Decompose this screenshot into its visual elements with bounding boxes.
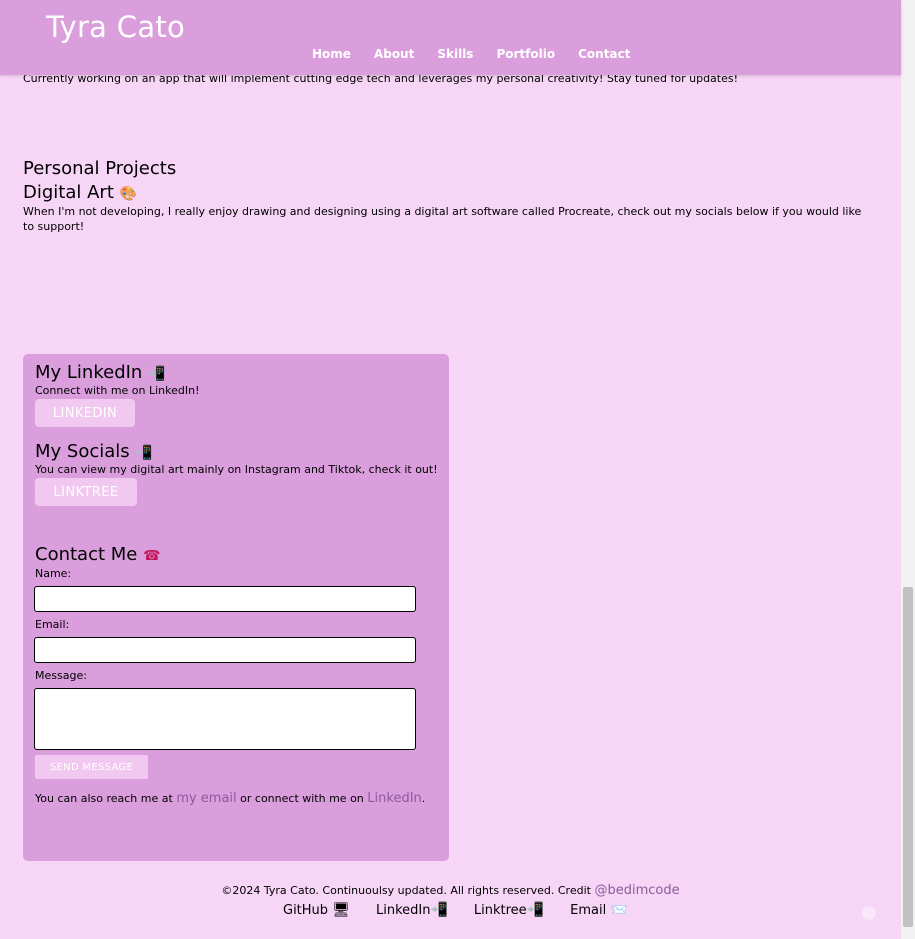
envelope-icon: 📨 <box>610 902 628 918</box>
digital-art-title: Digital Art <box>23 182 114 203</box>
scroll-top-indicator[interactable] <box>862 906 876 920</box>
main-nav: Home About Skills Portfolio Contact <box>312 47 653 61</box>
socials-card-text: You can view my digital art mainly on In… <box>35 463 438 476</box>
nav-about[interactable]: About <box>374 47 414 61</box>
phone-arrow-icon: 📲 <box>135 445 153 461</box>
linkedin-card-title: My LinkedIn 📲 <box>35 362 166 383</box>
nav-portfolio[interactable]: Portfolio <box>496 47 555 61</box>
footer-linkedin-link[interactable]: LinkedIn📲 <box>376 902 448 918</box>
email-label: Email: <box>35 618 70 631</box>
contact-title-text: Contact Me <box>35 544 138 565</box>
palette-icon: 🎨 <box>119 186 138 202</box>
footer-email-label: Email <box>570 903 607 918</box>
personal-projects-heading: Personal Projects <box>23 158 177 179</box>
footer-linktree-link[interactable]: Linktree📲 <box>474 902 544 918</box>
reach-suffix: . <box>421 792 426 805</box>
nav-home[interactable]: Home <box>312 47 351 61</box>
page-scrollbar[interactable] <box>901 0 915 939</box>
footer-github-link[interactable]: GitHub 🖥 <box>283 902 350 918</box>
credit-link[interactable]: @bedimcode <box>594 883 679 898</box>
digital-art-heading: Digital Art 🎨 <box>23 182 137 203</box>
site-header: Tyra Cato Home About Skills Portfolio Co… <box>0 0 901 75</box>
reach-middle: or connect with me on <box>240 792 364 805</box>
phone-arrow-icon: 📲 <box>430 902 448 918</box>
footer-copyright: ©2024 Tyra Cato. Continuoulsy updated. A… <box>0 883 901 898</box>
reach-me-text: You can also reach me at my email or con… <box>35 791 425 806</box>
send-message-button[interactable]: SEND MESSAGE <box>35 755 148 779</box>
footer-github-label: GitHub <box>283 903 329 918</box>
copyright-text: ©2024 Tyra Cato. Continuoulsy updated. A… <box>221 884 591 897</box>
socials-card-title-text: My Socials <box>35 441 130 462</box>
socials-card-title: My Socials 📲 <box>35 441 153 462</box>
computer-icon: 🖥 <box>332 902 350 918</box>
nav-skills[interactable]: Skills <box>437 47 473 61</box>
linkedin-card-title-text: My LinkedIn <box>35 362 143 383</box>
reach-prefix: You can also reach me at <box>35 792 173 805</box>
telephone-icon: ☎ <box>143 548 161 564</box>
brand-logo-text[interactable]: Tyra Cato <box>46 10 185 44</box>
scrollbar-thumb[interactable] <box>903 587 913 927</box>
message-label: Message: <box>35 669 87 682</box>
linkedin-button[interactable]: LINKEDIN <box>35 399 135 427</box>
message-textarea[interactable] <box>34 688 416 750</box>
name-field[interactable] <box>34 586 416 612</box>
footer-linktree-label: Linktree <box>473 903 527 918</box>
phone-arrow-icon: 📲 <box>148 366 166 382</box>
footer-email-link[interactable]: Email 📨 <box>570 902 628 918</box>
phone-arrow-icon: 📲 <box>526 902 545 918</box>
nav-contact[interactable]: Contact <box>578 47 630 61</box>
linktree-button[interactable]: LINKTREE <box>35 478 137 506</box>
contact-title: Contact Me ☎ <box>35 544 161 565</box>
footer-linkedin-label: LinkedIn <box>375 903 431 918</box>
my-email-link[interactable]: my email <box>176 791 236 806</box>
digital-art-description: When I'm not developing, I really enjoy … <box>23 205 862 233</box>
linkedin-card-text: Connect with me on LinkedIn! <box>35 384 200 397</box>
linkedin-link[interactable]: LinkedIn <box>367 791 421 806</box>
footer-links: GitHub 🖥 LinkedIn📲 Linktree📲 Email 📨 <box>283 902 654 918</box>
contact-panel: My LinkedIn 📲 Connect with me on LinkedI… <box>23 354 449 861</box>
email-field[interactable] <box>34 637 416 663</box>
name-label: Name: <box>35 567 72 580</box>
